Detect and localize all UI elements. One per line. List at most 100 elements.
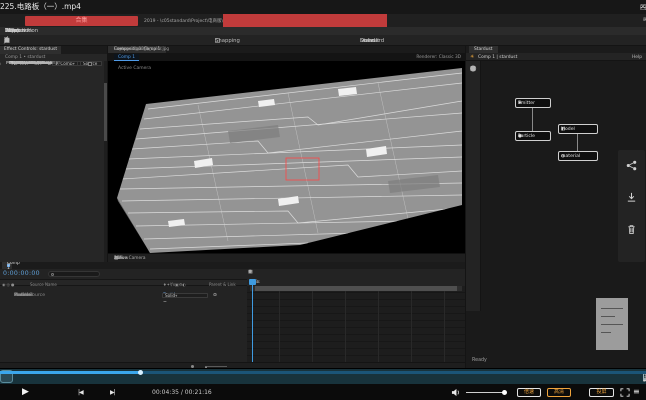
viewer-subtab-row: Comp 1 Renderer: Classic 3D — [108, 53, 465, 61]
renderer-button[interactable]: Renderer: Classic 3D — [416, 55, 461, 60]
tab-stardust[interactable]: Stardust — [469, 46, 498, 53]
work-area-bar[interactable] — [250, 286, 462, 291]
composition-viewport: Composition: Comp 1Footage: (none)Layer:… — [108, 46, 465, 262]
close-icon[interactable]: ✕ — [640, 3, 646, 11]
ae-menubar: FileEditCompositionLayerEffectAnimationV… — [0, 27, 646, 35]
play-button[interactable]: ▶ — [22, 387, 29, 398]
panel-menu-icon[interactable]: ≡ — [7, 263, 11, 268]
next-button[interactable]: ▶| — [110, 389, 115, 396]
node-side-toolbar — [618, 150, 645, 262]
graph-node[interactable]: ◧ Model — [558, 124, 598, 134]
stardust-logo-icon: ✳ — [470, 54, 474, 60]
help-link[interactable]: Help — [632, 55, 642, 60]
previous-button[interactable]: |◀ — [78, 389, 83, 396]
circuit-board-3d-model — [108, 61, 465, 253]
player-titlebar: 225.电路板（一）.mp4 — □ ✕ — [0, 0, 646, 14]
source-name-column[interactable]: Source Name — [30, 282, 57, 287]
zoom-slider[interactable] — [205, 366, 227, 367]
timeline-comp-tab[interactable]: Comp 1 ≡ — [2, 262, 12, 269]
tool-icon[interactable]: ✚ — [4, 35, 9, 46]
track-area[interactable] — [247, 279, 465, 362]
zoom-slider-handle[interactable] — [191, 365, 194, 368]
node-label: Model — [561, 127, 575, 132]
viewport-bottom-bar: ▦ 25% ▢ Full Active Camera 1 View ◫ — [108, 253, 465, 262]
player-window-title: 225.电路板（一）.mp4 — [0, 0, 81, 14]
ae-project-path: 2019 - \c05standard\Project\电商版\ae.aep * — [144, 18, 224, 24]
tab-effect-controls[interactable]: Effect Controls: stardust — [0, 46, 61, 54]
graph-node[interactable]: ● Particle — [515, 131, 551, 141]
ae-titlebar: 合集 2019 - \c05standard\Project\电商版\ae.ae… — [0, 14, 646, 27]
quality-button[interactable]: 高清 — [547, 388, 571, 397]
node-label: material — [561, 154, 580, 159]
search-icon — [51, 273, 54, 276]
comp-viewer-tab[interactable]: Comp 1 — [114, 54, 139, 61]
timeline-search-input[interactable] — [48, 271, 100, 277]
row-dropdown[interactable]: Solid▾ — [162, 293, 208, 298]
timeline-toolbar-icon[interactable]: ◫ — [248, 270, 253, 275]
node-label: Emitter — [518, 101, 535, 106]
playlist-icon[interactable]: ≡ — [633, 387, 640, 396]
timeline-panel: Comp 1 ≡ 0:00:00:00 ⊙✦♦▤⚙◫ :00s01s02s03s… — [0, 262, 465, 368]
effect-controls-rows: Flip Y ▾ Flip Z ▾ — [0, 61, 105, 262]
volume-slider-handle[interactable] — [502, 390, 507, 395]
overlay-badge: 合集 — [25, 16, 138, 26]
node-label: Particle — [518, 134, 535, 139]
scrollbar[interactable] — [104, 61, 107, 262]
stardust-node-panel: Stardust ✳ Comp 1 | stardust Help ∗●◉✦◇△… — [465, 46, 646, 368]
timeline-bottom-bar: ▴ ▴ — [0, 362, 465, 368]
node-tool-column: ∗●◉✦◇△✛⊕◯▦▢◆▣⊠ — [466, 61, 481, 311]
red-overlay-sticker — [223, 14, 387, 27]
snapping-label: Snapping — [215, 38, 240, 44]
property-label: Texture Transform — [9, 61, 53, 67]
share-nodes-icon[interactable] — [626, 160, 637, 171]
download-icon[interactable] — [626, 192, 637, 203]
row-name: Source — [14, 292, 30, 299]
status-text: Ready — [472, 358, 487, 363]
seekbar-handle[interactable] — [138, 370, 143, 375]
timeline-tabs: Comp 1 ≡ — [0, 262, 465, 269]
time-ruler[interactable]: :00s01s02s03s04s05s06s — [247, 278, 465, 286]
stardust-tabs: Stardust — [466, 46, 646, 53]
current-time-indicator[interactable] — [252, 279, 253, 362]
playhead-handle[interactable] — [249, 279, 256, 285]
node-graph-canvas[interactable]: ∗●◉✦◇△✛⊕◯▦▢◆▣⊠ ✱ Emitter ● Particle — [466, 61, 646, 368]
node-connector — [577, 134, 578, 151]
video-player-window: 225.电路板（一）.mp4 — □ ✕ 合集 2019 - \c05stand… — [0, 0, 646, 400]
node-tool-icon[interactable]: ⊠ — [470, 64, 475, 73]
panel-thumbnail — [596, 298, 628, 350]
stardust-breadcrumb: Comp 1 | stardust — [478, 55, 517, 60]
workspace-tab[interactable]: Standard — [360, 38, 384, 44]
menu-item[interactable]: Help — [5, 28, 17, 34]
effect-controls-tabs: Project Effect Controls: stardust — [0, 46, 108, 54]
viewer-tabs: Composition: Comp 1Footage: (none)Layer:… — [108, 46, 465, 53]
playback-speed-button[interactable]: 倍速 — [517, 388, 541, 397]
cast-button[interactable]: 投屏 — [589, 388, 614, 397]
fullscreen-icon[interactable] — [620, 388, 630, 397]
trash-icon[interactable] — [626, 224, 637, 235]
timeline-column-headers: ◉◎● Source Name ♦✦\fx▣⚙◐ Parent & Link — [0, 279, 247, 286]
seekbar-played — [0, 371, 140, 374]
effect-controls-panel: Project Effect Controls: stardust Comp 1… — [0, 46, 108, 262]
volume-icon[interactable] — [451, 388, 461, 397]
ae-toolbar: ⌂↖✛○↻▣⊞✎T╱▰✦◔✚ Snapping DefaultLearnStan… — [0, 35, 646, 46]
viewport-canvas[interactable]: Active Camera — [108, 61, 465, 253]
av-feature-icons: ◉◎● — [2, 282, 15, 287]
pixel-aspect-icon[interactable]: ◫ — [114, 256, 118, 261]
volume-slider[interactable] — [466, 392, 504, 393]
dial-icon[interactable]: ⊙ — [213, 292, 217, 299]
material-icon[interactable]: ◯ — [0, 61, 1, 67]
effect-controls-breadcrumb: Comp 1 • stardust — [0, 54, 108, 61]
graph-node[interactable]: ◍ material — [558, 151, 598, 161]
stardust-header: ✳ Comp 1 | stardust Help — [466, 53, 646, 61]
parent-link-column[interactable]: Parent & Link — [209, 282, 236, 287]
property-checkbox[interactable] — [88, 62, 92, 66]
time-display: 00:04:35 / 00:21:16 — [152, 389, 212, 396]
active-camera-label: Active Camera — [118, 66, 151, 71]
current-timecode[interactable]: 0:00:00:00 — [3, 270, 40, 277]
zoom-in-icon[interactable]: ▴ — [205, 364, 207, 369]
player-control-bar: ▶ |◀ ▶| 00:04:35 / 00:21:16 倍速 高清 投屏 ≡ — [0, 384, 646, 400]
switches-column: ♦✦\fx▣⚙◐ — [163, 282, 186, 287]
viewer-tab[interactable]: Layer: circ_22_b_color.jpg — [108, 46, 175, 53]
graph-node[interactable]: ✱ Emitter — [515, 98, 551, 108]
video-seekbar[interactable] — [0, 371, 646, 374]
